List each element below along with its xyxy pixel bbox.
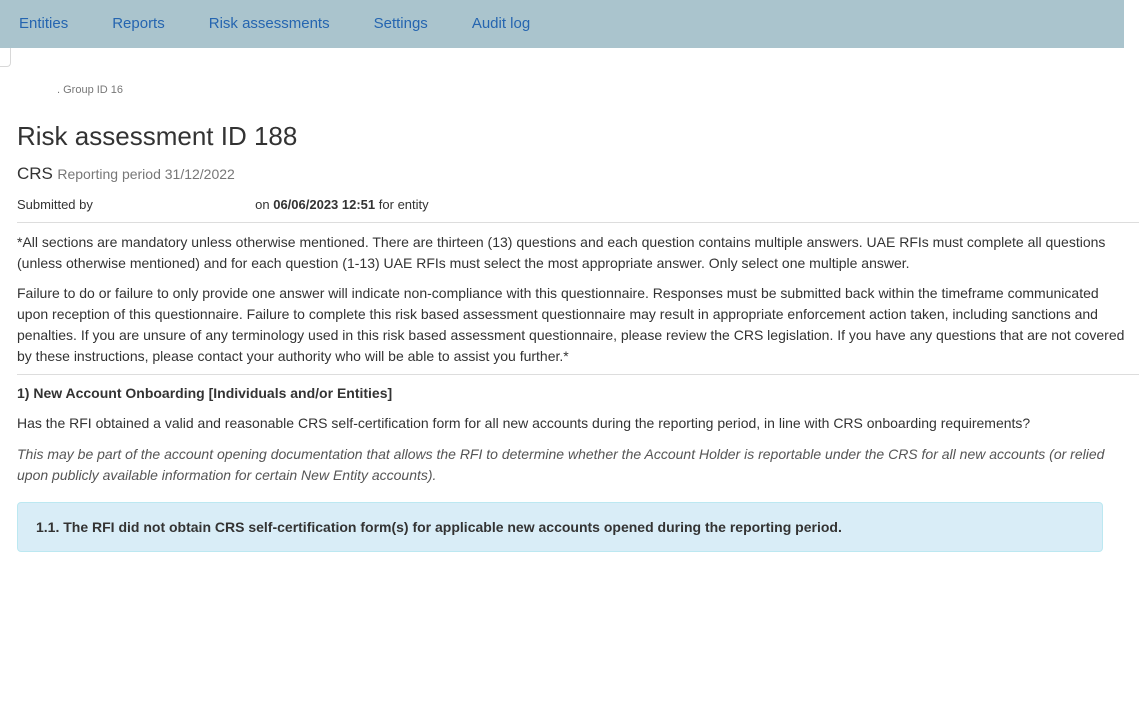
reporting-period: Reporting period 31/12/2022 <box>57 166 235 182</box>
question-text: Has the RFI obtained a valid and reasona… <box>17 415 1031 431</box>
submission-info: Submitted by on 06/06/2023 12:51 for ent… <box>17 196 1139 214</box>
main-content: . Group ID 16 Risk assessment ID 188 CRS… <box>17 48 1139 552</box>
nav-menu: Entities Reports Risk assessments Settin… <box>0 0 1124 48</box>
nav-item-risk-assessments[interactable]: Risk assessments <box>209 0 330 48</box>
section-title: 1) New Account Onboarding [Individuals a… <box>17 385 393 401</box>
answer-option-1-1[interactable]: 1.1. The RFI did not obtain CRS self-cer… <box>17 502 1103 552</box>
nav-item-settings[interactable]: Settings <box>374 0 428 48</box>
panel-edge <box>0 48 11 67</box>
instructions-paragraph-1: *All sections are mandatory unless other… <box>17 234 1106 271</box>
nav-item-entities[interactable]: Entities <box>19 0 68 48</box>
section-divider <box>17 374 1139 375</box>
instructions-paragraph-2: Failure to do or failure to only provide… <box>17 285 1125 364</box>
page-title: Risk assessment ID 188 <box>17 121 298 151</box>
breadcrumb: . Group ID 16 <box>17 83 1139 97</box>
question-hint: This may be part of the account opening … <box>17 446 1105 483</box>
entity-label: for entity <box>378 197 429 212</box>
answer-label: 1.1. The RFI did not obtain CRS self-cer… <box>36 519 842 535</box>
submitted-by-label: Submitted by <box>17 197 93 212</box>
submission-datetime: 06/06/2023 12:51 <box>273 197 376 212</box>
assessment-subtitle: CRS Reporting period 31/12/2022 <box>17 164 1139 185</box>
submitted-on-label: on <box>255 197 270 212</box>
breadcrumb-group-link[interactable]: . Group ID 16 <box>57 84 123 96</box>
header-divider <box>17 222 1139 223</box>
nav-item-reports[interactable]: Reports <box>112 0 165 48</box>
assessment-type: CRS <box>17 164 53 183</box>
top-navbar: Entities Reports Risk assessments Settin… <box>0 0 1124 48</box>
nav-item-audit-log[interactable]: Audit log <box>472 0 530 48</box>
